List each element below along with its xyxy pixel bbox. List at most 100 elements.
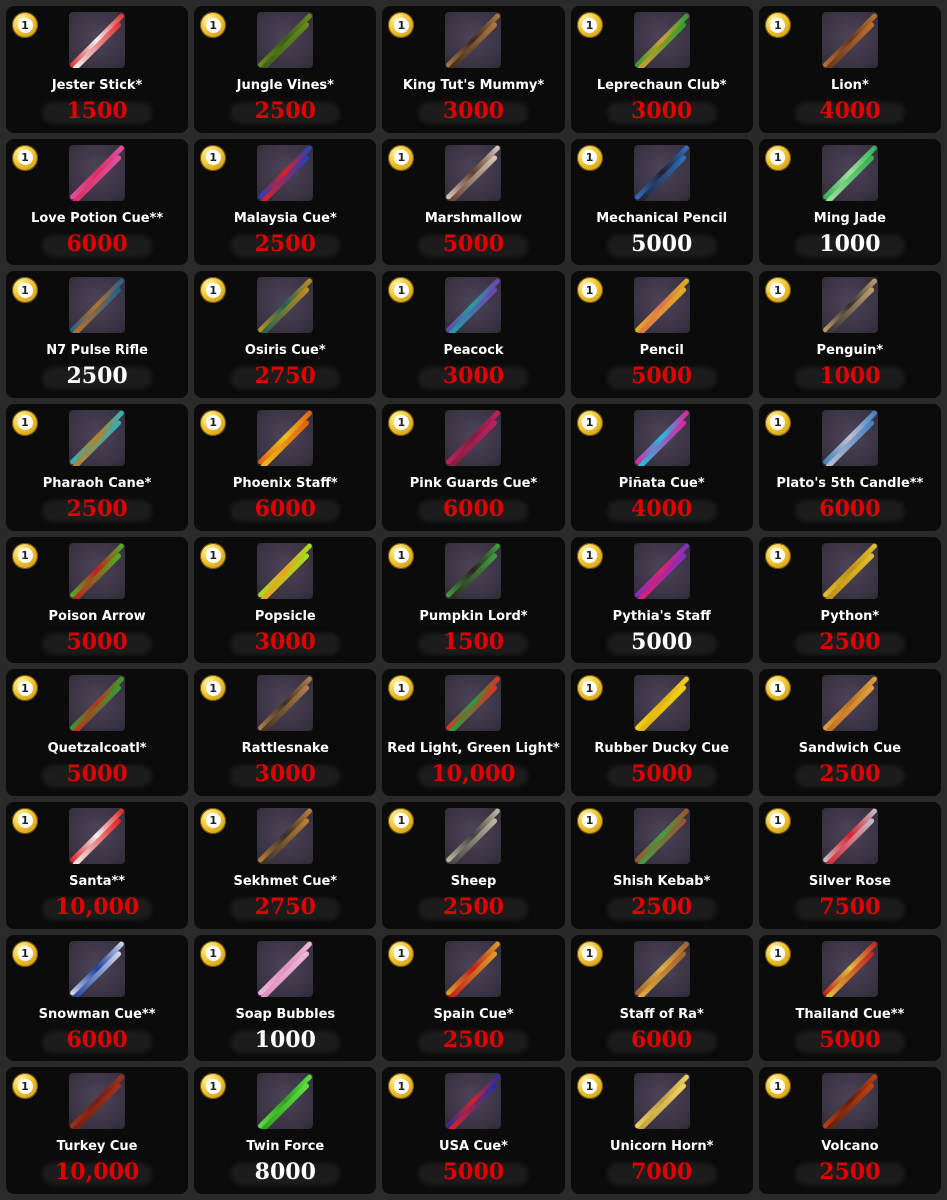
ball-number: 1 [582, 946, 598, 962]
cue-name: Volcano [821, 1139, 879, 1155]
cue-price: 5000 [66, 761, 128, 788]
cue-card[interactable]: 1 Sekhmet Cue* 2750 [194, 801, 377, 929]
cue-stick-icon [257, 808, 314, 864]
cue-stick-icon [633, 410, 690, 466]
cue-card[interactable]: 1 Quetzalcoatl* 5000 [6, 669, 189, 796]
cue-stick-icon [71, 552, 123, 599]
cue-card[interactable]: 1 Thailand Cue** 5000 [758, 934, 941, 1062]
cue-card[interactable]: 1 Love Potion Cue** 6000 [6, 138, 189, 266]
pool-ball-1-icon: 1 [388, 409, 415, 436]
cue-card[interactable]: 1 Mechanical Pencil 5000 [570, 138, 753, 266]
cue-thumbnail-icon [633, 1073, 690, 1130]
cue-name: Jester Stick* [51, 78, 143, 93]
cue-card[interactable]: 1 Peacock 3000 [382, 271, 565, 398]
ball-number: 1 [582, 1078, 598, 1094]
cue-price: 2500 [442, 1026, 505, 1053]
cue-card[interactable]: 1 Sheep 2500 [382, 801, 565, 929]
cue-card[interactable]: 1 Poison Arrow 5000 [6, 536, 189, 664]
cue-stick-icon [821, 12, 878, 68]
cue-stick-icon [260, 154, 311, 201]
cue-card[interactable]: 1 Rattlesnake 3000 [194, 669, 377, 796]
pool-ball-1-icon: 1 [200, 807, 227, 834]
cue-card[interactable]: 1 N7 Pulse Rifle 2500 [6, 271, 189, 398]
cue-stick-icon [824, 552, 875, 599]
cue-stick-icon [69, 1073, 126, 1130]
cue-stick-icon [257, 12, 314, 68]
cue-stick-icon [636, 21, 687, 68]
cue-card[interactable]: 1 Shish Kebab* 2500 [570, 801, 753, 929]
cue-name: Python* [820, 608, 880, 624]
pool-ball-1-icon: 1 [576, 542, 603, 569]
cue-card[interactable]: 1 Pink Guards Cue* 6000 [382, 403, 565, 531]
cue-card[interactable]: 1 Leprechaun Club* 3000 [570, 6, 753, 133]
cue-stick-icon [448, 154, 499, 201]
cue-price: 5000 [631, 363, 693, 390]
cue-thumbnail-icon [821, 144, 878, 201]
cue-stick-icon [257, 144, 314, 201]
cue-thumbnail-icon [821, 675, 878, 732]
cue-card[interactable]: 1 Marshmallow 5000 [382, 138, 565, 266]
cue-card[interactable]: 1 Snowman Cue** 6000 [6, 934, 189, 1062]
cue-card[interactable]: 1 Jungle Vines* 2500 [194, 6, 377, 133]
cue-name: Silver Rose [808, 873, 891, 889]
cue-card[interactable]: 1 Pumpkin Lord* 1500 [382, 536, 565, 664]
cue-card[interactable]: 1 Staff of Ra* 6000 [570, 934, 753, 1062]
cue-name: Piñata Cue* [618, 475, 705, 491]
cue-stick-icon [448, 419, 499, 466]
cue-card[interactable]: 1 Osiris Cue* 2750 [194, 271, 377, 398]
cue-card[interactable]: 1 Twin Force 8000 [194, 1067, 377, 1194]
cue-price: 1500 [442, 628, 505, 655]
cue-card[interactable]: 1 Ming Jade 1000 [758, 138, 941, 266]
cue-card[interactable]: 1 Penguin* 1000 [758, 271, 941, 398]
ball-number: 1 [205, 548, 221, 564]
cue-stick-icon [445, 675, 502, 732]
cue-card[interactable]: 1 Pharaoh Cane* 2500 [6, 403, 189, 531]
cue-card[interactable]: 1 Soap Bubbles 1000 [194, 934, 377, 1062]
cue-price: 7500 [819, 893, 881, 920]
pool-ball-1-icon: 1 [764, 144, 791, 171]
cue-card[interactable]: 1 King Tut's Mummy* 3000 [382, 6, 565, 133]
cue-stick-icon [260, 552, 311, 599]
cue-card[interactable]: 1 Plato's 5th Candle** 6000 [758, 403, 941, 531]
pool-ball-1-icon: 1 [388, 1073, 415, 1100]
cue-card[interactable]: 1 Lion* 4000 [758, 6, 941, 133]
pool-ball-1-icon: 1 [388, 144, 415, 171]
cue-card[interactable]: 1 Santa** 10,000 [6, 801, 189, 929]
cue-card[interactable]: 1 Sandwich Cue 2500 [758, 669, 941, 796]
cue-name: Jungle Vines* [236, 78, 334, 93]
cue-stick-icon [445, 277, 502, 334]
cue-name: Spain Cue* [433, 1006, 514, 1022]
cue-price: 3000 [254, 628, 316, 655]
cue-card[interactable]: 1 Turkey Cue 10,000 [6, 1067, 189, 1194]
cue-price: 3000 [442, 98, 505, 124]
cue-card[interactable]: 1 Rubber Ducky Cue 5000 [570, 669, 753, 796]
cue-card[interactable]: 1 Volcano 2500 [758, 1067, 941, 1194]
cue-card[interactable]: 1 Spain Cue* 2500 [382, 934, 565, 1062]
cue-card[interactable]: 1 Pencil 5000 [570, 271, 753, 398]
cue-stick-icon [257, 1073, 314, 1130]
cue-card[interactable]: 1 Popsicle 3000 [194, 536, 377, 664]
cue-name: Phoenix Staff* [232, 475, 338, 491]
cue-card[interactable]: 1 Piñata Cue* 4000 [570, 403, 753, 531]
cue-stick-icon [636, 950, 687, 997]
cue-card[interactable]: 1 Phoenix Staff* 6000 [194, 403, 377, 531]
cue-card[interactable]: 1 Python* 2500 [758, 536, 941, 664]
cue-card[interactable]: 1 Unicorn Horn* 7000 [570, 1067, 753, 1194]
cue-card[interactable]: 1 Jester Stick* 1500 [6, 6, 189, 133]
cue-card[interactable]: 1 USA Cue* 5000 [382, 1067, 565, 1194]
ball-number: 1 [17, 813, 33, 829]
cue-card[interactable]: 1 Silver Rose 7500 [758, 801, 941, 929]
cue-card[interactable]: 1 Pythia's Staff 5000 [570, 536, 753, 664]
cue-stick-icon [821, 542, 878, 599]
cue-stick-icon [69, 410, 126, 466]
cue-name: King Tut's Mummy* [402, 78, 545, 93]
cue-name: Soap Bubbles [235, 1006, 336, 1022]
cue-stick-icon [445, 410, 502, 466]
pool-ball-1-icon: 1 [764, 675, 791, 702]
cue-name: Leprechaun Club* [596, 78, 727, 93]
cue-card[interactable]: 1 Red Light, Green Light* 10,000 [382, 669, 565, 796]
cue-thumbnail-icon [257, 807, 314, 864]
cue-card[interactable]: 1 Malaysia Cue* 2500 [194, 138, 377, 266]
cue-stick-icon [257, 940, 314, 997]
pool-ball-1-icon: 1 [12, 542, 38, 569]
